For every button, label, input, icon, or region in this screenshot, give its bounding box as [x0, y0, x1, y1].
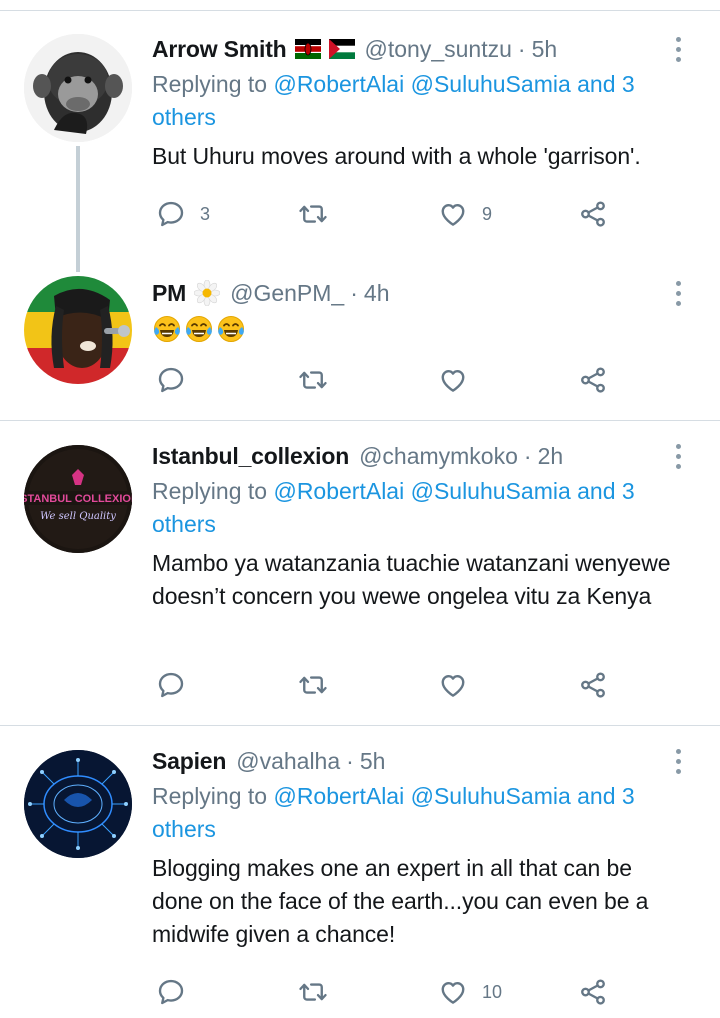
author-handle[interactable]: @GenPM_ [230, 280, 344, 307]
avatar[interactable] [24, 750, 132, 858]
retweet-button[interactable] [298, 972, 328, 1012]
thread-line [76, 146, 80, 272]
reply-count: 3 [200, 203, 211, 224]
like-count: 10 [482, 981, 503, 1002]
more-options-icon[interactable] [666, 744, 690, 778]
author-name[interactable]: PM [152, 280, 186, 307]
tweet-sapien[interactable]: Sapien @vahalha · 5h Replying to @Robert… [0, 726, 720, 1018]
tweet-actions [152, 360, 622, 400]
reply-icon [156, 977, 186, 1007]
singer-avatar-image [24, 276, 132, 384]
like-button[interactable] [438, 665, 468, 705]
reply-icon [156, 670, 186, 700]
timestamp[interactable]: 5h [532, 36, 558, 63]
retweet-icon [298, 670, 328, 700]
author-name[interactable]: Istanbul_collexion [152, 443, 349, 470]
replying-to: Replying to @RobertAlai @SuluhuSamia and… [152, 68, 680, 134]
replying-to: Replying to @RobertAlai @SuluhuSamia and… [152, 780, 680, 846]
reply-button[interactable]: 3 [156, 194, 210, 234]
tweet-text: Blogging makes one an expert in all that… [152, 855, 649, 947]
retweet-button[interactable] [298, 665, 328, 705]
like-button[interactable] [438, 360, 468, 400]
share-button[interactable] [578, 360, 608, 400]
daisy-flower-icon [194, 280, 221, 306]
timestamp[interactable]: 2h [538, 443, 564, 470]
avatar[interactable] [24, 34, 132, 142]
chimpanzee-avatar-image [24, 34, 132, 142]
share-button[interactable] [578, 665, 608, 705]
tweet-emoji-text [152, 314, 680, 344]
istanbul-collexion-logo: ISTANBUL COLLEXION We sell Quality [24, 445, 132, 553]
reply-icon [156, 199, 186, 229]
timestamp[interactable]: 5h [360, 748, 386, 775]
reply-icon [156, 365, 186, 395]
replying-prefix: Replying to [152, 783, 274, 809]
like-button[interactable]: 9 [438, 194, 492, 234]
share-button[interactable] [578, 972, 608, 1012]
author-name[interactable]: Arrow Smith [152, 36, 287, 63]
share-button[interactable] [578, 194, 608, 234]
tears-of-joy-emoji-icon [184, 314, 214, 344]
like-count: 9 [482, 203, 493, 224]
kenya-flag-icon [294, 39, 321, 59]
separator-dot: · [350, 279, 358, 306]
tweet-text: Mambo ya watanzania tuachie watanzani we… [152, 550, 671, 609]
more-options-icon[interactable] [666, 276, 690, 310]
avatar[interactable]: ISTANBUL COLLEXION We sell Quality [24, 445, 132, 553]
tweet-arrow-smith[interactable]: Arrow Smith @tony_suntzu · 5h Replying t… [0, 0, 720, 272]
more-options-icon[interactable] [666, 32, 690, 66]
tweet-istanbul-collexion[interactable]: ISTANBUL COLLEXION We sell Quality Istan… [0, 421, 720, 725]
share-icon [578, 365, 608, 395]
avatar[interactable] [24, 276, 132, 384]
svg-text:ISTANBUL COLLEXION: ISTANBUL COLLEXION [24, 493, 132, 505]
separator-dot: · [523, 442, 532, 469]
reply-button[interactable] [156, 665, 186, 705]
heart-icon [438, 365, 468, 395]
tweet-actions: 10 [152, 972, 622, 1012]
separator-dot: · [517, 35, 526, 62]
svg-text:We sell Quality: We sell Quality [40, 511, 116, 522]
retweet-icon [298, 365, 328, 395]
heart-icon [438, 977, 468, 1007]
author-handle[interactable]: @tony_suntzu [365, 36, 512, 63]
tweet-text: But Uhuru moves around with a whole 'gar… [152, 143, 641, 169]
share-icon [578, 199, 608, 229]
author-name[interactable]: Sapien [152, 748, 226, 775]
replying-prefix: Replying to [152, 71, 274, 97]
tweet-pm[interactable]: PM @GenPM_ · 4h [0, 268, 720, 420]
author-handle[interactable]: @chamymkoko [359, 443, 518, 470]
retweet-icon [298, 199, 328, 229]
like-button[interactable]: 10 [438, 972, 502, 1012]
retweet-button[interactable] [298, 360, 328, 400]
heart-icon [438, 670, 468, 700]
separator-dot: · [346, 747, 354, 774]
tears-of-joy-emoji-icon [216, 314, 246, 344]
more-options-icon[interactable] [666, 439, 690, 473]
digital-brain-avatar-image [24, 750, 132, 858]
share-icon [578, 977, 608, 1007]
retweet-icon [298, 977, 328, 1007]
reply-button[interactable] [156, 972, 186, 1012]
tweet-actions: 3 9 [152, 194, 622, 234]
tweet-actions [152, 665, 622, 705]
retweet-button[interactable] [298, 194, 328, 234]
reply-button[interactable] [156, 360, 186, 400]
timestamp[interactable]: 4h [364, 280, 390, 307]
replying-prefix: Replying to [152, 478, 274, 504]
author-handle[interactable]: @vahalha [236, 748, 340, 775]
palestine-flag-icon [328, 39, 355, 59]
replying-to: Replying to @RobertAlai @SuluhuSamia and… [152, 475, 680, 541]
tears-of-joy-emoji-icon [152, 314, 182, 344]
heart-icon [438, 199, 468, 229]
share-icon [578, 670, 608, 700]
